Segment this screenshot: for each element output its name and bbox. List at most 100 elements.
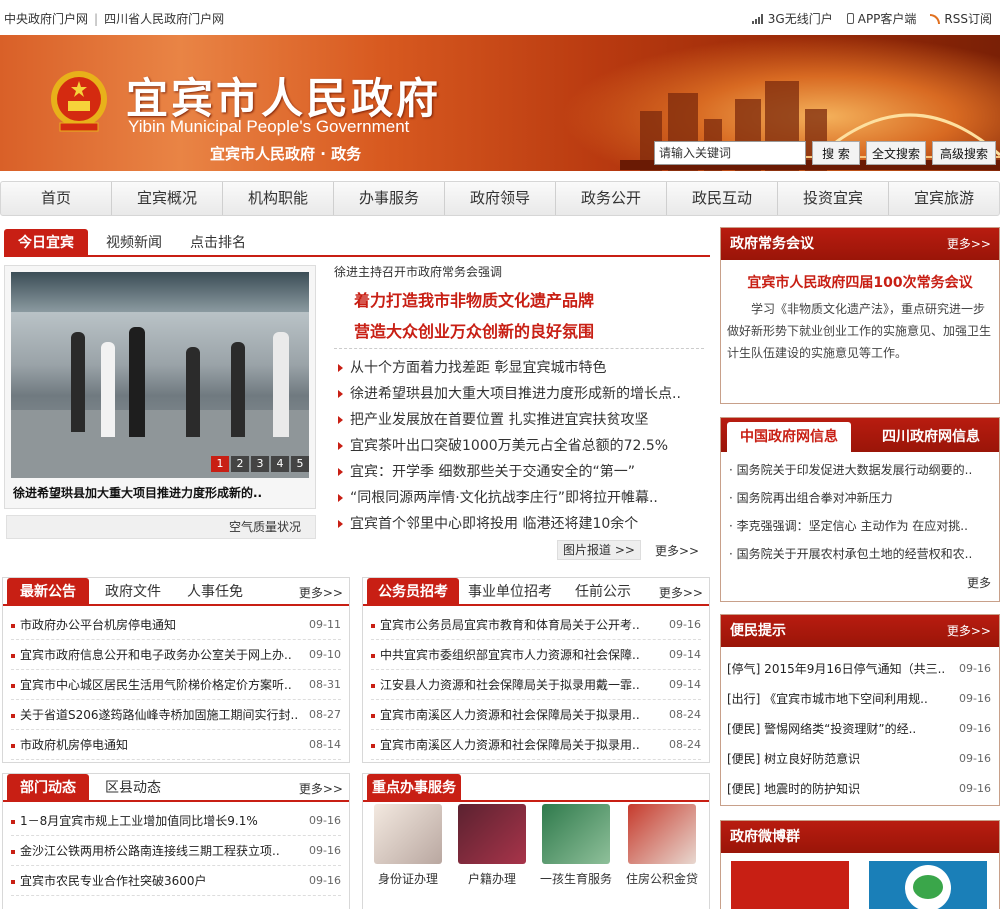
- meeting-more-link[interactable]: 更多>>: [947, 228, 991, 260]
- tab-latest-notice[interactable]: 最新公告: [7, 578, 89, 606]
- notice-tabs: 最新公告 政府文件 人事任免 更多>>: [3, 578, 349, 606]
- notice-more-link[interactable]: 更多>>: [299, 584, 343, 601]
- list-item[interactable]: 宜宾市南溪区人力资源和社会保障局关于拟录用.. 08-24: [371, 700, 701, 730]
- link-3g[interactable]: 3G无线门户: [751, 10, 833, 27]
- service-id-card[interactable]: 身份证办理: [369, 804, 447, 887]
- list-item[interactable]: [停气] 2015年9月16日停气通知（共三.. 09-16: [727, 653, 991, 683]
- meeting-headline[interactable]: 宜宾市人民政府四届100次常务会议: [721, 272, 999, 292]
- tab-today[interactable]: 今日宜宾: [4, 229, 88, 257]
- list-item[interactable]: 关于省道S206遂筠路仙峰寺桥加固施工期间实行封.. 08-27: [11, 700, 341, 730]
- air-quality-link[interactable]: 空气质量状况: [6, 515, 316, 539]
- list-item[interactable]: 1－8月宜宾市规上工业增加值同比增长9.1% 09-16: [11, 806, 341, 836]
- rss-icon: [930, 13, 941, 24]
- photo-report-button[interactable]: 图片报道 >>: [557, 540, 641, 560]
- weibo-section: 政府微博群: [720, 820, 1000, 909]
- dept-more-link[interactable]: 更多>>: [299, 780, 343, 797]
- list-item[interactable]: 江安县人力资源和社会保障局关于拟录用戴一霏.. 09-14: [371, 670, 701, 700]
- nav-functions[interactable]: 机构职能: [223, 182, 334, 215]
- pager-5[interactable]: 5: [291, 456, 309, 472]
- photo-slider[interactable]: 12345 徐进希望珙县加大重大项目推进力度形成新的..: [4, 265, 316, 509]
- weibo-logo-china[interactable]: [731, 861, 849, 909]
- service-household[interactable]: 户籍办理: [453, 804, 531, 887]
- headline-1[interactable]: 着力打造我市非物质文化遗产品牌: [354, 287, 594, 311]
- link-sichuan-gov[interactable]: 四川省人民政府门户网: [104, 10, 224, 27]
- list-item[interactable]: 市政府办公平台机房停电通知 09-11: [11, 610, 341, 640]
- tab-gov-docs[interactable]: 政府文件: [93, 578, 173, 606]
- list-item[interactable]: [出行] 《宜宾市城市地下空间利用规.. 09-16: [727, 683, 991, 713]
- top-news-lead[interactable]: 徐进主持召开市政府常务会强调: [334, 263, 502, 280]
- search-button[interactable]: 搜 索: [812, 141, 860, 165]
- pager-3[interactable]: 3: [251, 456, 269, 472]
- list-item[interactable]: · 国务院再出组合拳对冲新压力: [729, 484, 991, 512]
- convenience-more-link[interactable]: 更多>>: [947, 615, 991, 647]
- phone-icon: [846, 13, 854, 24]
- list-item[interactable]: 宜宾市中心城区居民生活用气阶梯价格定价方案听.. 08-31: [11, 670, 341, 700]
- today-more-link[interactable]: 更多>>: [655, 542, 699, 559]
- convenience-section: 便民提示 更多>> [停气] 2015年9月16日停气通知（共三.. 09-16 […: [720, 614, 1000, 806]
- tab-china-gov[interactable]: 中国政府网信息: [727, 422, 851, 452]
- govnet-more-link[interactable]: 更多: [967, 574, 991, 591]
- services-section: 重点办事服务 身份证办理 户籍办理 一孩生育服务 住房公积金贷: [362, 773, 710, 909]
- headline-2[interactable]: 营造大众创业万众创新的良好氛围: [354, 318, 594, 342]
- photo-caption[interactable]: 徐进希望珙县加大重大项目推进力度形成新的..: [13, 484, 309, 501]
- list-item[interactable]: 市政府机房停电通知 08-14: [11, 730, 341, 760]
- nav-leaders[interactable]: 政府领导: [445, 182, 556, 215]
- tab-civil-servant[interactable]: 公务员招考: [367, 578, 459, 606]
- news-item[interactable]: 从十个方面着力找差距 彰显宜宾城市特色: [338, 355, 698, 381]
- nav-overview[interactable]: 宜宾概况: [112, 182, 223, 215]
- list-item[interactable]: · 国务院关于开展农村承包土地的经营权和农..: [729, 540, 991, 568]
- list-item[interactable]: [便民] 地震时的防护知识 09-16: [727, 773, 991, 803]
- fulltext-search-button[interactable]: 全文搜索: [866, 141, 926, 165]
- nav-tourism[interactable]: 宜宾旅游: [889, 182, 999, 215]
- list-item[interactable]: · 李克强强调：坚定信心 主动作为 在应对挑..: [729, 512, 991, 540]
- nav-invest[interactable]: 投资宜宾: [778, 182, 889, 215]
- weibo-logo-sichuan[interactable]: [869, 861, 987, 909]
- pager-2[interactable]: 2: [231, 456, 249, 472]
- pager-4[interactable]: 4: [271, 456, 289, 472]
- list-item[interactable]: 宜宾市公务员局宜宾市教育和体育局关于公开考.. 09-16: [371, 610, 701, 640]
- list-item[interactable]: 中共宜宾市委组织部宜宾市人力资源和社会保障.. 09-14: [371, 640, 701, 670]
- nav-affairs[interactable]: 政务公开: [556, 182, 667, 215]
- tab-ranking[interactable]: 点击排名: [178, 229, 258, 257]
- list-item[interactable]: · 国务院关于印发促进大数据发展行动纲要的..: [729, 456, 991, 484]
- list-item[interactable]: 宜宾市农民专业合作社突破3600户 09-16: [11, 866, 341, 896]
- list-item[interactable]: [便民] 警惕网络类“投资理财”的经.. 09-16: [727, 713, 991, 743]
- tab-dept-news[interactable]: 部门动态: [7, 774, 89, 802]
- link-app[interactable]: APP客户端: [846, 10, 916, 27]
- recruit-section: 公务员招考 事业单位招考 任前公示 更多>> 宜宾市公务员局宜宾市教育和体育局关…: [362, 577, 710, 763]
- news-item[interactable]: “同根同源两岸情·文化抗战李庄行”即将拉开帷幕..: [338, 485, 698, 511]
- service-birth[interactable]: 一孩生育服务: [537, 804, 615, 887]
- tab-video[interactable]: 视频新闻: [94, 229, 174, 257]
- news-item[interactable]: 徐进希望珙县加大重大项目推进力度形成新的增长点..: [338, 381, 698, 407]
- nav-services[interactable]: 办事服务: [334, 182, 445, 215]
- recruit-list: 宜宾市公务员局宜宾市教育和体育局关于公开考.. 09-16 中共宜宾市委组织部宜宾…: [371, 610, 701, 760]
- list-item[interactable]: 金沙江公铁两用桥公路南连接线三期工程获立项.. 09-16: [11, 836, 341, 866]
- tab-sichuan-gov[interactable]: 四川政府网信息: [869, 422, 993, 452]
- tab-appointments[interactable]: 人事任免: [175, 578, 255, 606]
- list-item[interactable]: 宜宾市南溪区人力资源和社会保障局关于拟录用.. 08-24: [371, 730, 701, 760]
- convenience-list: [停气] 2015年9月16日停气通知（共三.. 09-16 [出行] 《宜宾市城…: [727, 653, 991, 803]
- nav-home[interactable]: 首页: [1, 182, 112, 215]
- main-nav: 首页 宜宾概况 机构职能 办事服务 政府领导 政务公开 政民互动 投资宜宾 宜宾…: [0, 181, 1000, 216]
- list-item[interactable]: 宜宾市政府信息公开和电子政务办公室关于网上办.. 09-10: [11, 640, 341, 670]
- service-housing-fund[interactable]: 住房公积金贷: [623, 804, 701, 887]
- news-item[interactable]: 宜宾茶叶出口突破1000万美元占全省总额的72.5%: [338, 433, 698, 459]
- today-tabs: 今日宜宾 视频新闻 点击排名: [4, 229, 710, 257]
- tab-county-news[interactable]: 区县动态: [93, 774, 173, 802]
- list-item[interactable]: [便民] 树立良好防范意识 09-16: [727, 743, 991, 773]
- pager-1[interactable]: 1: [211, 456, 229, 472]
- link-rss[interactable]: RSS订阅: [930, 10, 992, 27]
- tab-pre-appointment[interactable]: 任前公示: [561, 578, 645, 606]
- tab-institution[interactable]: 事业单位招考: [463, 578, 557, 606]
- news-item[interactable]: 宜宾：开学季 细数那些关于交通安全的“第一”: [338, 459, 698, 485]
- news-item[interactable]: 把产业发展放在首要位置 扎实推进宜宾扶贫攻坚: [338, 407, 698, 433]
- recruit-more-link[interactable]: 更多>>: [659, 584, 703, 601]
- link-central-gov[interactable]: 中央政府门户网: [4, 10, 88, 27]
- meeting-header: 政府常务会议 更多>>: [721, 228, 999, 260]
- search-input[interactable]: 请输入关键词: [654, 141, 806, 165]
- news-item[interactable]: 宜宾首个邻里中心即将投用 临港还将建10余个: [338, 511, 698, 537]
- news-photo[interactable]: [11, 272, 309, 478]
- meeting-section: 政府常务会议 更多>> 宜宾市人民政府四届100次常务会议 学习《非物质文化遗产法…: [720, 227, 1000, 404]
- nav-interaction[interactable]: 政民互动: [667, 182, 778, 215]
- advanced-search-button[interactable]: 高级搜索: [932, 141, 996, 165]
